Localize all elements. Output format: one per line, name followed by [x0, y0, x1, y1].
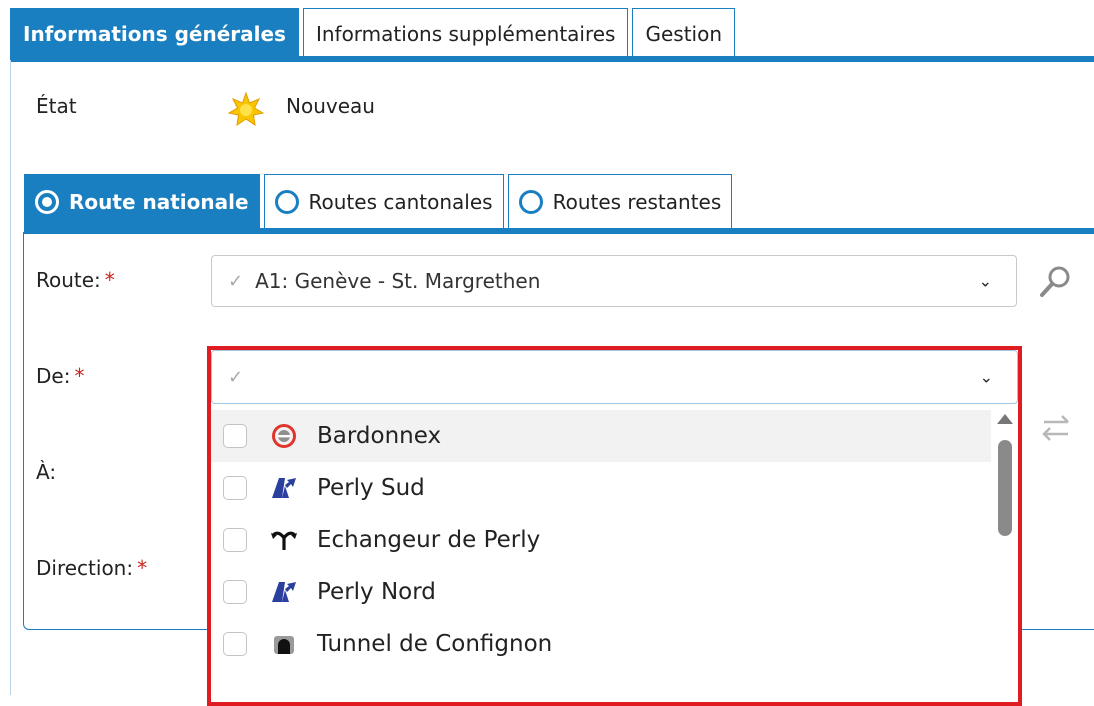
list-item-label: Bardonnex	[317, 423, 442, 449]
tab-label: Routes restantes	[552, 189, 722, 214]
tab-label: Route nationale	[69, 189, 249, 214]
route-select-value: A1: Genève - St. Margrethen	[255, 269, 541, 293]
direction-label-text: Direction:	[36, 556, 134, 580]
de-label-text: De:	[36, 364, 71, 388]
tab-bar-underline	[10, 56, 1094, 62]
scrollbar-thumb[interactable]	[998, 440, 1012, 536]
tab-routes-cantonales[interactable]: Routes cantonales	[263, 174, 504, 228]
tab-informations-supplementaires[interactable]: Informations supplémentaires	[302, 8, 629, 58]
route-label-text: Route:	[36, 268, 101, 292]
list-item-label: Tunnel de Confignon	[317, 631, 553, 657]
swap-icon[interactable]	[1036, 408, 1076, 448]
list-item[interactable]: Echangeur de Perly	[211, 514, 991, 566]
checkbox[interactable]	[223, 632, 247, 656]
list-item[interactable]: Perly Sud	[211, 462, 991, 514]
interchange-icon	[269, 525, 299, 555]
tab-routes-restantes[interactable]: Routes restantes	[507, 174, 733, 228]
checkbox[interactable]	[223, 528, 247, 552]
list-item-label: Echangeur de Perly	[317, 527, 541, 553]
de-label: De: *	[36, 364, 84, 388]
etat-label: État	[36, 94, 77, 118]
route-type-tab-bar: Route nationale Routes cantonales Routes…	[24, 174, 733, 228]
check-icon: ✓	[228, 366, 244, 388]
search-icon[interactable]	[1036, 262, 1076, 302]
main-tab-bar: Informations générales Informations supp…	[10, 8, 736, 58]
list-item-label: Perly Nord	[317, 579, 436, 605]
a-label-text: À:	[36, 460, 57, 484]
junction-icon	[269, 577, 299, 607]
list-item[interactable]: Perly Nord	[211, 566, 991, 618]
required-marker: *	[137, 556, 148, 580]
tab-route-nationale[interactable]: Route nationale	[24, 174, 260, 228]
checkbox[interactable]	[223, 476, 247, 500]
scroll-up-arrow-icon[interactable]	[997, 414, 1013, 424]
tab-label: Routes cantonales	[308, 189, 493, 214]
de-select[interactable]: ✓ ⌄	[211, 350, 1018, 404]
tab-informations-generales[interactable]: Informations générales	[10, 8, 299, 58]
etat-value: Nouveau	[286, 94, 375, 118]
tunnel-icon	[269, 629, 299, 659]
chevron-down-icon: ⌄	[979, 367, 993, 387]
list-item[interactable]: Tunnel de Confignon	[211, 618, 991, 670]
new-star-icon	[227, 91, 265, 127]
de-dropdown-list: Bardonnex Perly Sud Echangeur de Perly P…	[211, 410, 991, 695]
direction-label: Direction: *	[36, 556, 147, 580]
checkbox[interactable]	[223, 580, 247, 604]
list-item-label: Perly Sud	[317, 475, 425, 501]
a-label: À:	[36, 460, 56, 484]
chevron-down-icon: ⌄	[978, 271, 992, 291]
junction-icon	[269, 473, 299, 503]
panel-border	[10, 60, 11, 695]
check-icon: ✓	[228, 270, 244, 292]
route-select[interactable]: ✓ A1: Genève - St. Margrethen ⌄	[211, 255, 1017, 307]
radio-selected-icon	[35, 189, 59, 214]
tab-gestion[interactable]: Gestion	[632, 8, 736, 58]
radio-icon	[518, 189, 543, 214]
checkbox[interactable]	[223, 424, 247, 448]
list-item[interactable]: Bardonnex	[211, 410, 991, 462]
customs-icon	[269, 421, 299, 451]
route-label: Route: *	[36, 268, 115, 292]
required-marker: *	[104, 268, 115, 292]
radio-icon	[274, 189, 299, 214]
required-marker: *	[74, 364, 85, 388]
